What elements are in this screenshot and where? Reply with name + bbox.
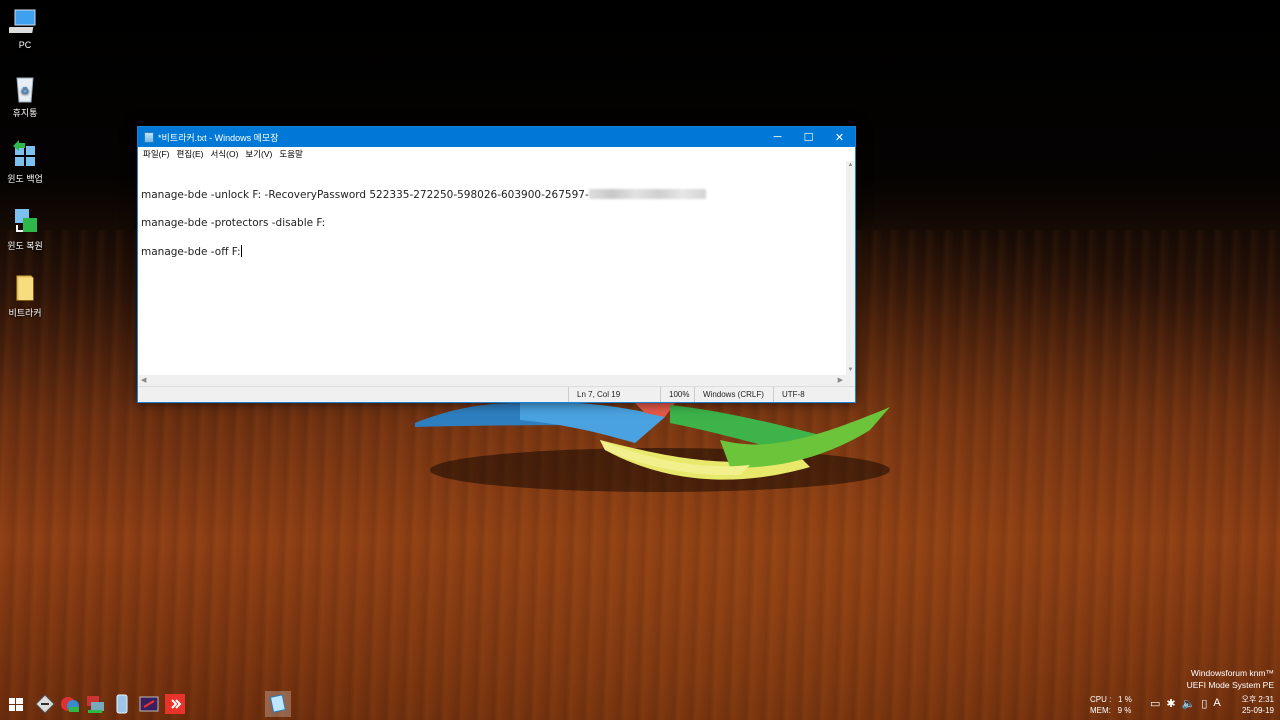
cpu-label: CPU : [1090, 695, 1112, 704]
media-app-icon[interactable] [138, 693, 160, 715]
desktop-icon-label: 휴지통 [12, 108, 38, 118]
desktop-icon-backup[interactable]: 윈도 백업 [0, 138, 50, 185]
text-caret [240, 245, 242, 257]
folder-icon [9, 272, 41, 304]
desktop-icon-bitlocker-folder[interactable]: 비트라커 [0, 272, 50, 319]
status-bar: Ln 7, Col 19 100% Windows (CRLF) UTF-8 [138, 386, 855, 402]
menu-format[interactable]: 서식(O) [208, 148, 243, 160]
encoding: UTF-8 [773, 387, 855, 402]
desktop-icon-pc[interactable]: PC [0, 6, 50, 50]
computer-management-icon[interactable] [84, 693, 106, 715]
zoom-level: 100% [660, 387, 694, 402]
redacted-key [588, 189, 706, 199]
monitor-icon [8, 6, 41, 38]
ime-indicator[interactable]: A [1213, 697, 1220, 710]
title-bar[interactable]: *비트라커.txt - Windows 메모장 ─ ☐ ✕ [138, 127, 855, 147]
pe-watermark: Windowsforum knm™ UEFI Mode System PE [1187, 667, 1274, 691]
menu-file[interactable]: 파일(F) [141, 148, 175, 160]
text-editor[interactable]: manage-bde -unlock F: -RecoveryPassword … [138, 161, 846, 375]
system-tray: ▭ ✱ 🔈 ▯ A [1150, 697, 1221, 710]
watermark-line-1: Windowsforum knm™ [1190, 668, 1274, 678]
anydesk-app-icon[interactable] [164, 693, 186, 715]
maximize-button[interactable]: ☐ [793, 127, 824, 147]
line-ending: Windows (CRLF) [694, 387, 773, 402]
pin-icon[interactable]: ✱ [1166, 697, 1175, 710]
desktop-icon-label: 비트라커 [8, 308, 42, 318]
menu-help[interactable]: 도움말 [277, 148, 307, 160]
notepad-icon [144, 131, 154, 143]
usb-icon[interactable]: ▯ [1201, 697, 1207, 710]
mem-label: MEM: [1090, 706, 1111, 715]
desktop-icon-label: 윈도 백업 [7, 174, 43, 184]
restore-icon [9, 205, 41, 237]
resource-monitor: CPU : 1 % MEM: 9 % [1090, 694, 1132, 716]
windows-flag-wallpaper-graphic [415, 402, 890, 492]
drive-app-icon[interactable] [111, 693, 133, 715]
menu-edit[interactable]: 편집(E) [175, 148, 209, 160]
scrollbar-corner [846, 375, 855, 386]
desktop-icon-recycle-bin[interactable]: ♻ 휴지통 [0, 72, 50, 119]
window-title: *비트라커.txt - Windows 메모장 [158, 132, 279, 143]
scroll-right-arrow-icon[interactable]: ▶ [838, 375, 843, 386]
desktop-icon-restore[interactable]: 윈도 복원 [0, 205, 50, 252]
clock[interactable]: 오후 2:31 25-09-19 [1241, 694, 1274, 716]
scroll-up-arrow-icon[interactable]: ▲ [846, 161, 855, 170]
clock-time: 오후 2:31 [1241, 695, 1274, 704]
desktop-icon-label: 윈도 복원 [7, 241, 43, 251]
backup-icon [9, 138, 41, 170]
vertical-scrollbar[interactable]: ▲ ▼ [846, 161, 855, 375]
scroll-left-arrow-icon[interactable]: ◀ [141, 375, 146, 386]
recycle-bin-icon: ♻ [9, 72, 41, 104]
start-button-windows-icon[interactable] [5, 693, 27, 715]
cpu-value: 1 % [1118, 695, 1132, 704]
tools-app-icon[interactable] [34, 693, 56, 715]
menu-view[interactable]: 보기(V) [243, 148, 277, 160]
text-line: manage-bde -protectors -disable F: [141, 217, 326, 229]
svg-text:♻: ♻ [21, 86, 30, 97]
clock-date: 25-09-19 [1241, 706, 1274, 715]
notepad-taskbar-button[interactable] [265, 691, 291, 717]
minimize-button[interactable]: ─ [762, 127, 793, 147]
mem-value: 9 % [1117, 706, 1132, 715]
scroll-down-arrow-icon[interactable]: ▼ [846, 366, 855, 375]
close-button[interactable]: ✕ [824, 127, 855, 147]
network-icon[interactable]: ▭ [1150, 697, 1160, 710]
horizontal-scrollbar[interactable]: ◀ ▶ [138, 375, 846, 386]
menu-bar: 파일(F) 편집(E) 서식(O) 보기(V) 도움말 [138, 147, 855, 161]
text-line: manage-bde -unlock F: -RecoveryPassword … [141, 189, 843, 217]
desktop-icon-label: PC [18, 40, 32, 50]
cursor-position: Ln 7, Col 19 [568, 387, 660, 402]
text-line: manage-bde -off F: [141, 245, 242, 258]
network-app-icon[interactable] [59, 693, 81, 715]
notepad-window[interactable]: *비트라커.txt - Windows 메모장 ─ ☐ ✕ 파일(F) 편집(E… [137, 126, 856, 403]
volume-icon[interactable]: 🔈 [1182, 697, 1196, 710]
taskbar [0, 690, 1280, 720]
